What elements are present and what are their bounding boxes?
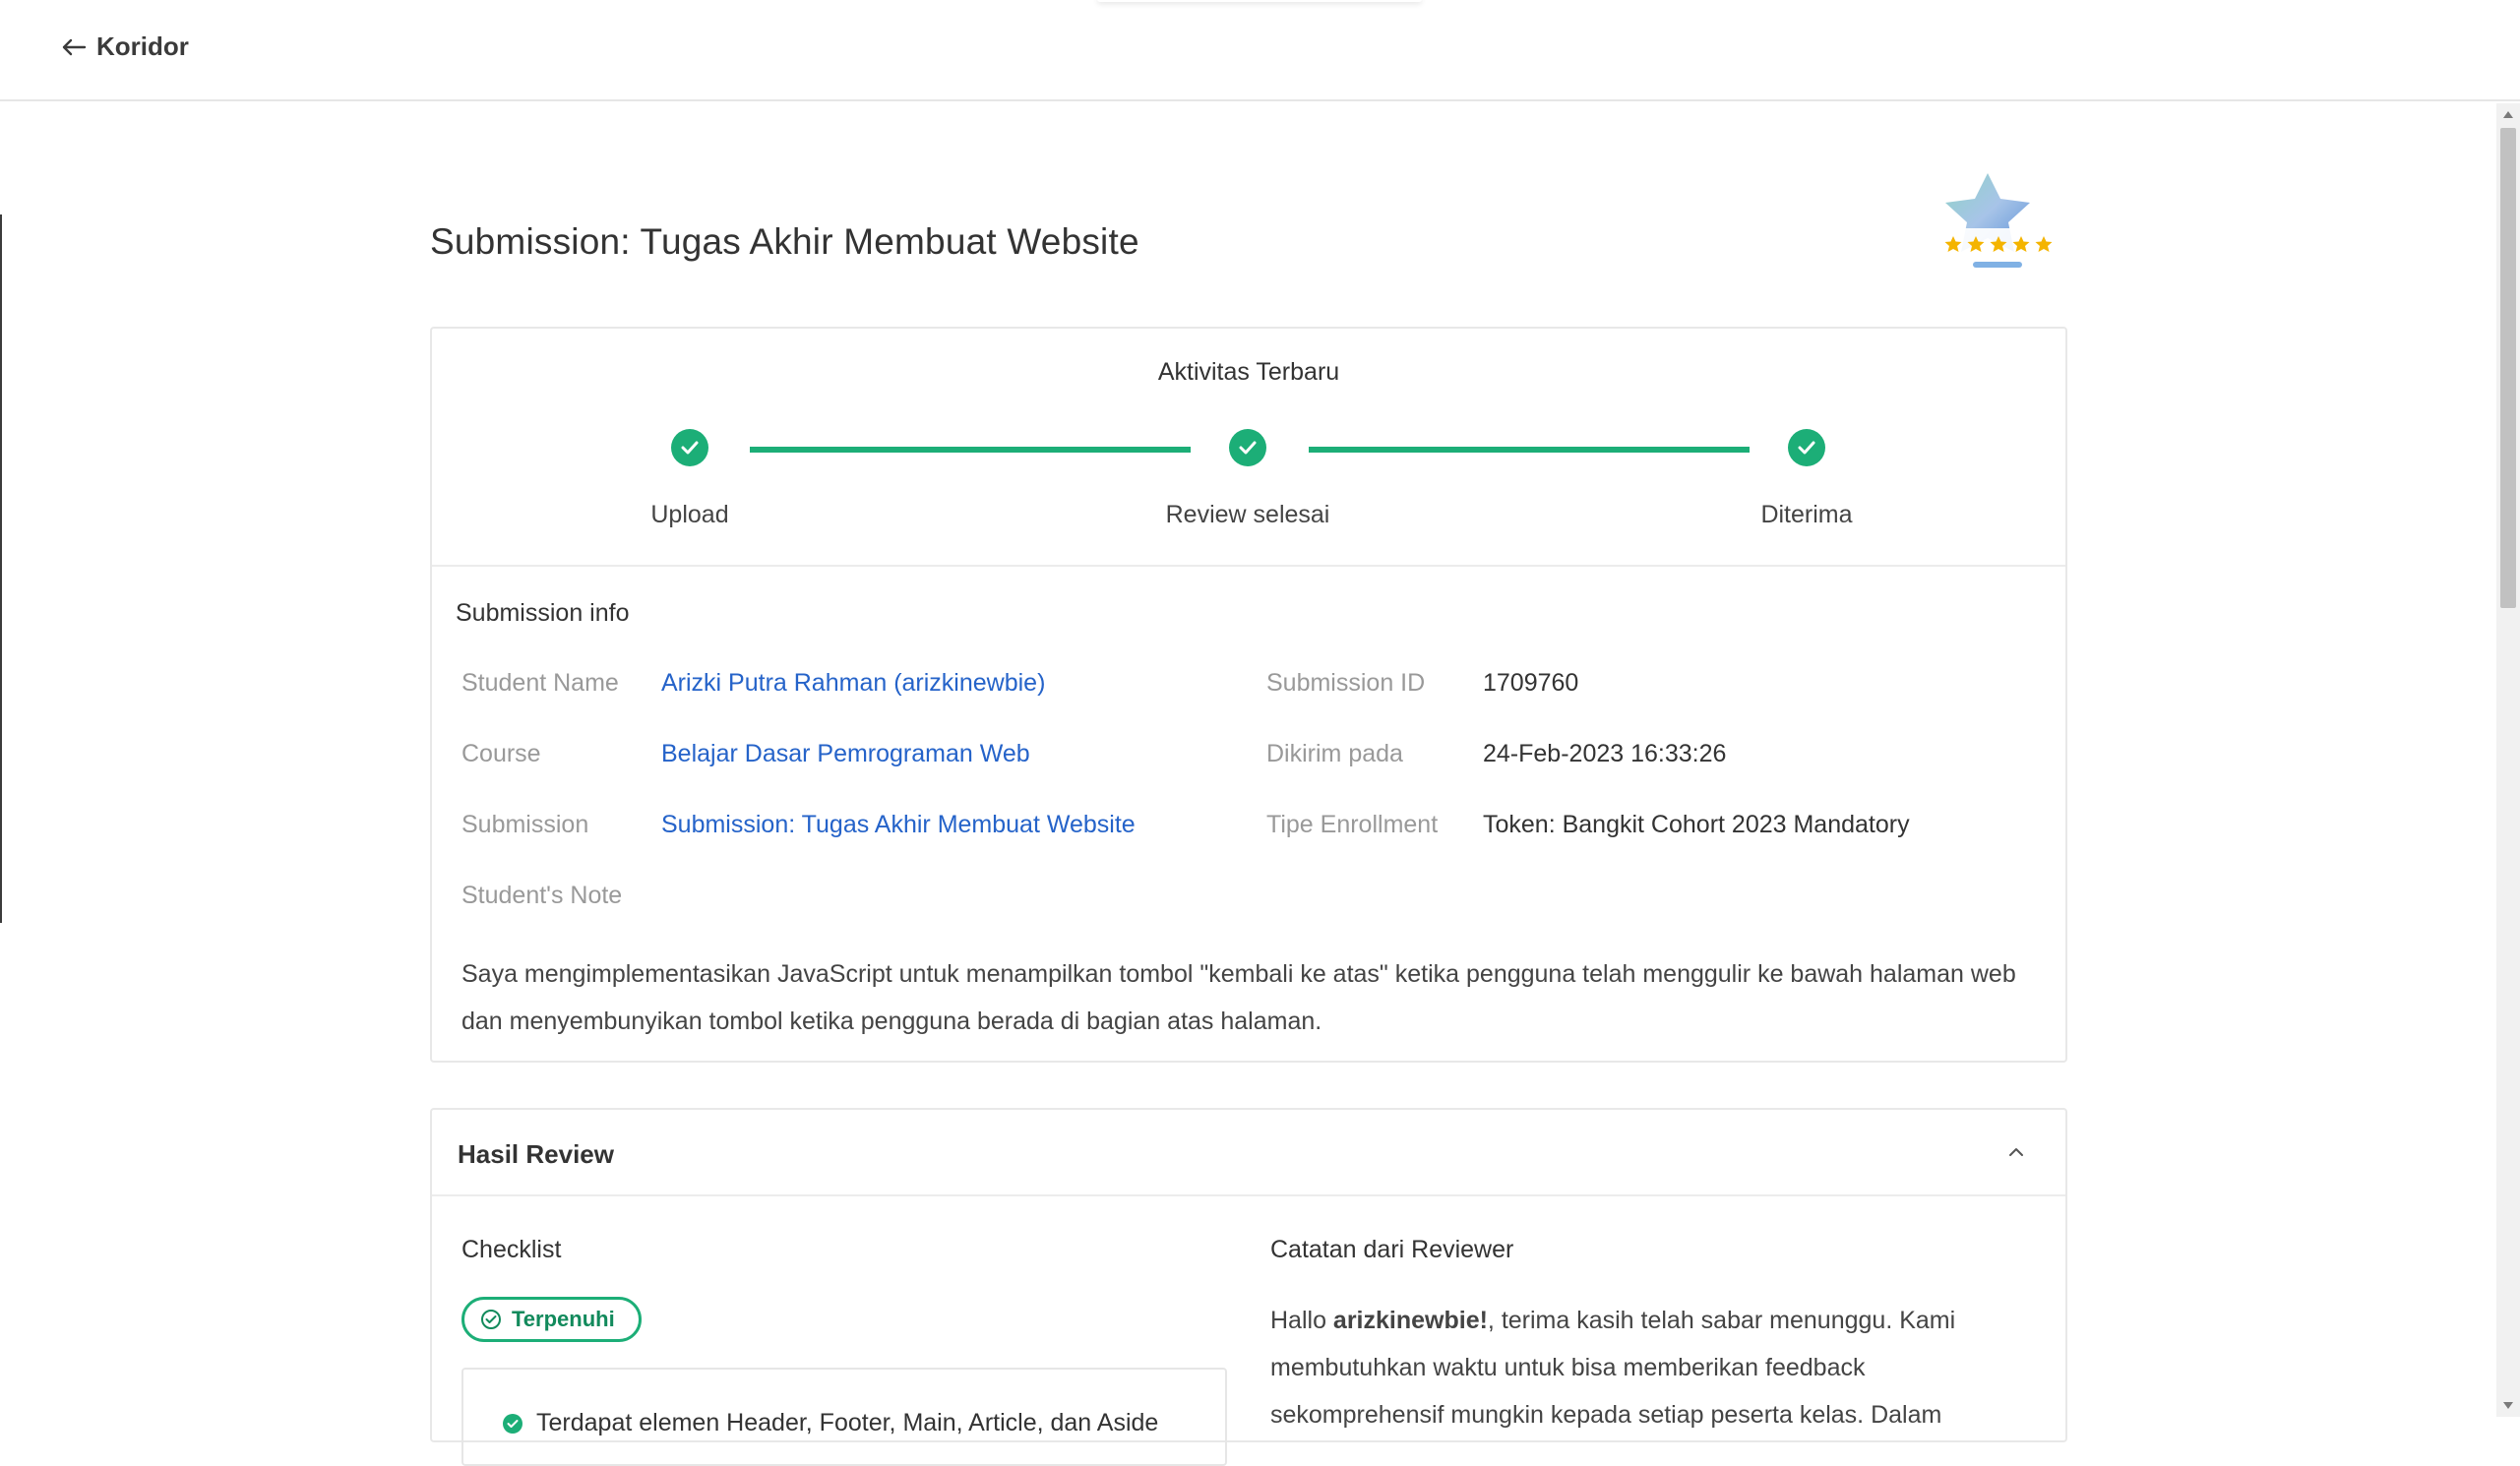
reviewer-note-user: arizkinewbie! [1332,1307,1488,1334]
list-item: Terdapat elemen Header, Footer, Main, Ar… [503,1409,1158,1437]
scroll-up-icon[interactable] [2503,111,2513,118]
course-label: Course [461,740,541,767]
submission-label: Submission [461,811,589,838]
page-title: Submission: Tugas Akhir Membuat Website [430,220,1139,262]
top-tab-shadow [1097,0,1422,2]
reviewer-note-text: Hallo arizkinewbie!, terima kasih telah … [1270,1297,2018,1438]
checklist-item-text: Terdapat elemen Header, Footer, Main, Ar… [536,1409,1159,1436]
check-icon [1239,441,1257,455]
student-name-label: Student Name [461,669,619,697]
top-bar: Koridor [0,0,2520,101]
student-note-label: Student's Note [461,882,623,909]
submission-id-label: Submission ID [1266,669,1426,697]
step-label-accepted: Diterima [1760,501,1853,528]
status-badge-label: Terpenuhi [512,1307,615,1331]
sent-at-label: Dikirim pada [1266,740,1403,767]
status-badge[interactable]: Terpenuhi [461,1297,642,1342]
step-line-1 [750,447,1191,453]
review-divider [432,1194,2065,1196]
student-note-text: Saya mengimplementasikan JavaScript untu… [461,960,2016,1035]
checklist-heading: Checklist [461,1236,562,1263]
step-accepted-check [1788,429,1825,466]
step-review-check [1229,429,1266,466]
step-label-review: Review selesai [1165,501,1330,528]
scrollbar-thumb[interactable] [2500,128,2516,608]
reviewer-note-greeting: Hallo [1270,1307,1333,1334]
course-link[interactable]: Belajar Dasar Pemrograman Web [661,740,1030,768]
step-label-upload: Upload [650,501,729,528]
submission-link[interactable]: Submission: Tugas Akhir Membuat Website [661,811,1136,839]
star-badge-icon [1939,173,2058,268]
check-icon [1798,441,1815,455]
submission-id-value: 1709760 [1483,669,1579,697]
sent-at-value: 24-Feb-2023 16:33:26 [1483,740,1727,767]
submission-info-heading: Submission info [456,599,630,627]
back-to-koridor-link[interactable]: Koridor [61,31,189,62]
check-circle-icon [481,1310,501,1329]
review-card: Hasil Review Checklist Catatan dari Revi… [430,1108,2067,1466]
enrollment-value: Token: Bangkit Cohort 2023 Mandatory [1483,811,1910,838]
back-link-label: Koridor [96,31,189,61]
card-divider [432,565,2065,567]
checklist-item-box: Terdapat elemen Header, Footer, Main, Ar… [461,1368,1227,1466]
scroll-down-icon[interactable] [2503,1402,2513,1409]
vertical-scrollbar[interactable] [2496,103,2520,1417]
enrollment-label: Tipe Enrollment [1266,811,1439,838]
left-edge-line [0,214,2,923]
review-heading: Hasil Review [458,1139,614,1169]
reviewer-notes-heading: Catatan dari Reviewer [1270,1236,1514,1263]
activity-title: Aktivitas Terbaru [1157,358,1340,386]
submission-card: Aktivitas Terbaru Upload Review selesai … [430,327,2067,1063]
step-upload-check [671,429,708,466]
arrow-left-icon [62,38,87,55]
chevron-up-icon[interactable] [2008,1147,2024,1157]
check-icon [681,441,699,455]
student-name-link[interactable]: Arizki Putra Rahman (arizkinewbie) [661,669,1045,698]
step-line-2 [1309,447,1750,453]
